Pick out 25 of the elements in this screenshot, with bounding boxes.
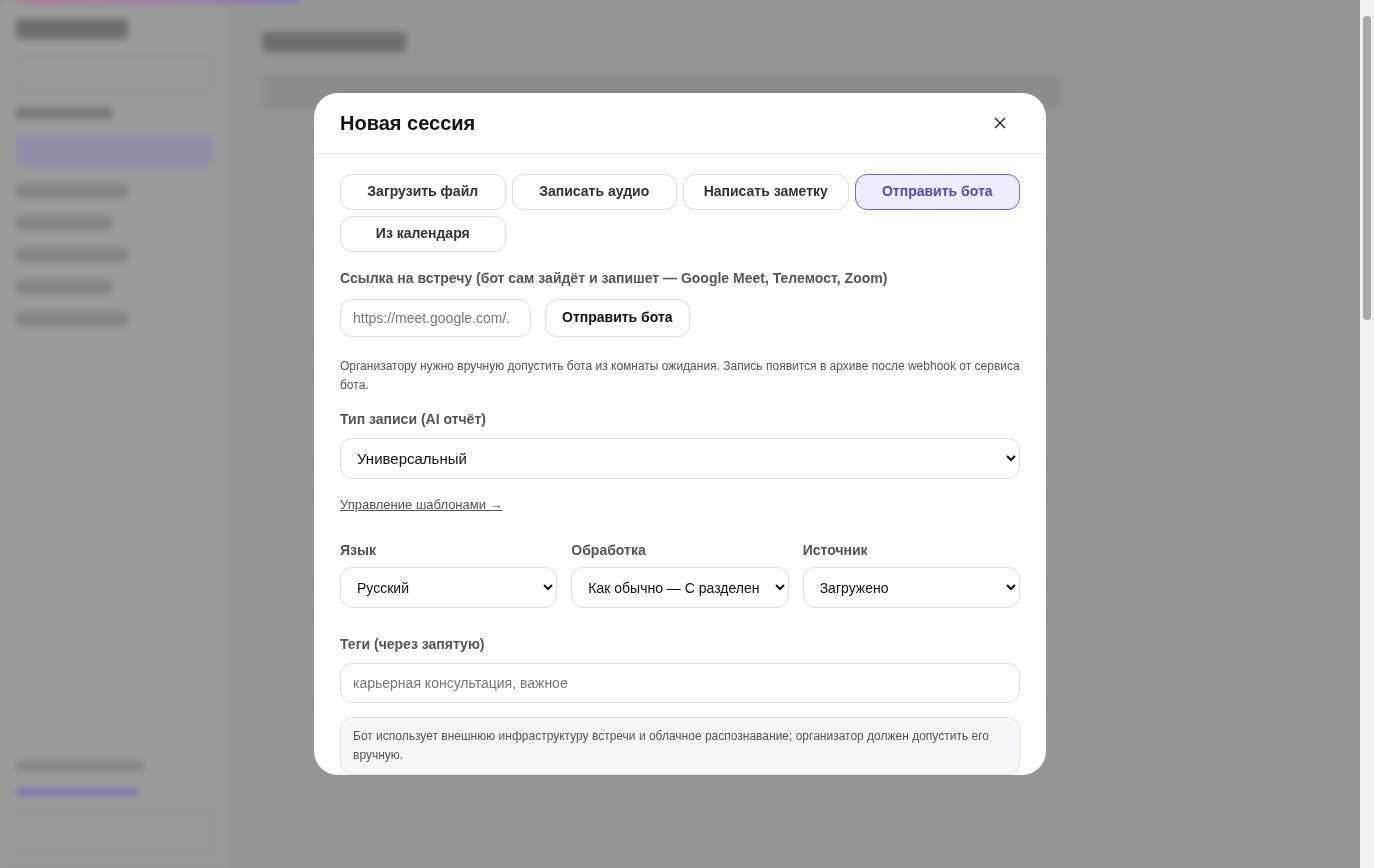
- tags-field[interactable]: карьерная консультация, важное: [340, 663, 1020, 703]
- mode-tab[interactable]: Загрузить файл: [340, 173, 506, 210]
- dropdown-select[interactable]: Как обычно — С разделен: [571, 567, 789, 608]
- scrollbar[interactable]: [1360, 0, 1374, 868]
- send-bot-button[interactable]: Отправить бота: [545, 298, 690, 337]
- field-label: Тип записи (AI отчёт): [340, 409, 487, 429]
- info-text: Бот использует внешнюю инфраструктуру встречи и облачное распознавание; организатор должен допустить его вручную.: [353, 728, 990, 764]
- field-label: Теги (через запятую): [340, 635, 486, 654]
- templates-link[interactable]: Управление шаблонами →: [340, 494, 503, 514]
- dropdown-select[interactable]: Русский: [340, 567, 558, 608]
- mode-tab[interactable]: Отправить бота: [854, 173, 1020, 210]
- field-label: Обработка: [571, 541, 647, 560]
- mode-tab[interactable]: Записать аудио: [511, 173, 677, 210]
- meeting-link-field[interactable]: https://meet.google.com/.: [340, 298, 531, 337]
- field-label: Язык: [340, 541, 377, 560]
- scrollbar-thumb[interactable]: [1363, 16, 1371, 320]
- dropdown-select[interactable]: Загружено: [802, 567, 1020, 608]
- close-icon: [994, 116, 1006, 129]
- dialog-title: Новая сессия: [340, 110, 476, 136]
- field-label: Ссылка на встречу (бот сам зайдёт и запишет — Google Meet, Телемост, Zoom): [340, 268, 889, 288]
- hint-text: Организатору нужно вручную допустить бота из комнаты ожидания. Запись появится в архиве после webhook от сервиса бота.: [340, 357, 1020, 394]
- record-type-select[interactable]: Универсальный: [340, 437, 1020, 479]
- field-label: Источник: [802, 541, 869, 560]
- mode-tab[interactable]: Написать заметку: [683, 173, 849, 210]
- mode-tab[interactable]: Из календаря: [340, 215, 506, 252]
